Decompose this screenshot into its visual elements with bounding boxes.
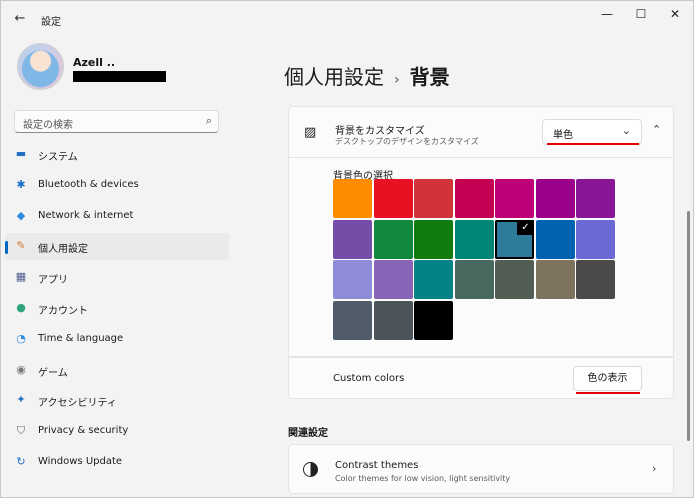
color-swatch[interactable] [576, 219, 615, 259]
redacted-email-bar [73, 71, 166, 82]
background-title: 背景をカスタマイズ [335, 126, 425, 137]
breadcrumb-separator: › [394, 72, 400, 88]
search-placeholder: 設定の検索 [23, 120, 73, 131]
scrollbar[interactable] [687, 211, 690, 441]
chevron-up-icon[interactable]: ⌃ [652, 123, 661, 136]
minimize-button[interactable]: — [593, 5, 621, 23]
color-picker-panel: 背景色の選択 ✓ [288, 158, 674, 357]
color-swatch[interactable] [454, 179, 494, 218]
color-swatch[interactable] [414, 179, 453, 218]
sidebar-item[interactable]: ◔ Time & language [5, 326, 229, 353]
sidebar-item[interactable]: ✱ Bluetooth & devices [5, 172, 229, 199]
color-swatch[interactable] [576, 179, 615, 218]
sidebar-item-label: ゲーム [38, 367, 68, 379]
red-underline-annotation [576, 392, 640, 394]
sidebar-item-label: Bluetooth & devices [38, 178, 139, 190]
nav-icon: ◉ [16, 362, 26, 376]
color-swatch[interactable]: ✓ [495, 219, 534, 259]
contrast-themes-link[interactable]: Contrast themes Color themes for low vis… [288, 444, 674, 494]
title-bar: ← 設定 — ☐ ✕ [1, 1, 694, 37]
color-swatch[interactable] [535, 219, 575, 259]
sidebar-nav: ▬ システム ✱ Bluetooth & devices ◆ Network & inte… [5, 141, 229, 480]
sidebar-item-label: 個人用設定 [38, 244, 88, 256]
color-swatch[interactable] [495, 260, 534, 299]
color-swatch[interactable] [333, 219, 372, 259]
color-swatch[interactable] [414, 219, 453, 259]
red-underline-annotation [547, 143, 639, 145]
sidebar-item-label: システム [38, 152, 78, 163]
back-button[interactable]: ← [9, 9, 31, 29]
sidebar-item[interactable]: ↻ Windows Update [5, 449, 229, 476]
custom-colors-row: Custom colors 色の表示 [288, 357, 674, 399]
sidebar-item-label: Windows Update [38, 455, 123, 467]
sidebar-item[interactable]: ▬ システム [5, 141, 229, 168]
sidebar-item[interactable]: ◉ ゲーム [5, 357, 229, 384]
color-swatch[interactable] [414, 260, 453, 299]
sidebar-item-label: Network & internet [38, 209, 134, 221]
breadcrumb-current: 背景 [409, 65, 450, 89]
search-input[interactable]: 設定の検索 ⌕ [14, 110, 219, 133]
settings-window: ← 設定 — ☐ ✕ Azell .. 設定の検索 ⌕ ▬ システム ✱ Blueto… [0, 0, 694, 498]
color-swatch[interactable] [333, 260, 372, 299]
breadcrumb-parent[interactable]: 個人用設定 [284, 65, 384, 89]
color-swatch[interactable] [454, 219, 494, 259]
sidebar-item-label: アプリ [38, 275, 68, 287]
related-settings-heading: 関連設定 [288, 428, 328, 439]
nav-icon: ◔ [16, 331, 26, 345]
color-swatch[interactable] [535, 260, 575, 299]
color-swatch[interactable] [373, 260, 413, 299]
color-swatch[interactable] [333, 300, 372, 340]
nav-icon: ↻ [16, 454, 26, 468]
chevron-down-icon: ⌄ [621, 124, 631, 137]
color-swatch[interactable] [373, 219, 413, 259]
color-swatch[interactable] [535, 179, 575, 218]
search-icon[interactable]: ⌕ [206, 114, 212, 128]
sidebar-item-label: アクセシビリティ [38, 398, 117, 410]
sidebar-item-label: アカウント [38, 305, 88, 317]
nav-icon: ✱ [16, 177, 26, 191]
maximize-button[interactable]: ☐ [627, 5, 655, 23]
nav-icon: ▬ [15, 147, 27, 160]
nav-icon: ✎ [16, 239, 26, 253]
sidebar-item[interactable]: ◆ Network & internet [5, 203, 229, 230]
page-title: 個人用設定 › 背景 [284, 61, 450, 90]
color-swatch[interactable] [576, 260, 615, 299]
sidebar-item[interactable]: ⛉ Privacy & security [5, 418, 229, 445]
avatar[interactable] [17, 43, 64, 90]
background-setting-card[interactable]: ▨ 背景をカスタマイズ デスクトップのデザインをカスタマイズ 単色 ⌄ ⌃ [288, 106, 674, 158]
color-swatch[interactable] [414, 300, 453, 340]
nav-icon: ⛉ [16, 424, 26, 438]
chevron-right-icon: › [652, 462, 657, 475]
picture-icon: ▨ [304, 125, 317, 140]
custom-colors-label: Custom colors [333, 373, 405, 384]
view-colors-button[interactable]: 色の表示 [573, 366, 642, 391]
checkmark-icon: ✓ [517, 219, 534, 235]
nav-icon: ▦ [15, 270, 27, 284]
contrast-title: Contrast themes [335, 460, 419, 471]
nav-icon: ◆ [16, 208, 26, 222]
color-swatch[interactable] [373, 179, 413, 218]
close-button[interactable]: ✕ [661, 5, 689, 23]
nav-icon: ✦ [16, 393, 26, 407]
color-swatch[interactable] [495, 179, 534, 218]
user-name: Azell .. [73, 56, 116, 69]
color-swatch[interactable] [333, 179, 372, 218]
color-swatch[interactable] [454, 260, 494, 299]
sidebar-item-label: Privacy & security [38, 425, 129, 437]
sidebar-item[interactable]: ✦ アクセシビリティ [5, 387, 229, 414]
contrast-subtitle: Color themes for low vision, light sensi… [335, 474, 511, 483]
sidebar-item[interactable]: ✎ 個人用設定 [5, 233, 229, 261]
background-subtitle: デスクトップのデザインをカスタマイズ [335, 137, 479, 146]
color-swatch[interactable] [373, 300, 413, 340]
sidebar-item[interactable]: ▦ アプリ [5, 264, 229, 291]
nav-icon: ● [16, 300, 26, 314]
background-type-dropdown[interactable]: 単色 ⌄ [542, 119, 642, 145]
contrast-icon [303, 462, 318, 477]
app-title: 設定 [41, 17, 61, 28]
sidebar-item[interactable]: ● アカウント [5, 295, 229, 322]
dropdown-value: 単色 [553, 130, 573, 141]
sidebar-item-label: Time & language [38, 332, 124, 344]
